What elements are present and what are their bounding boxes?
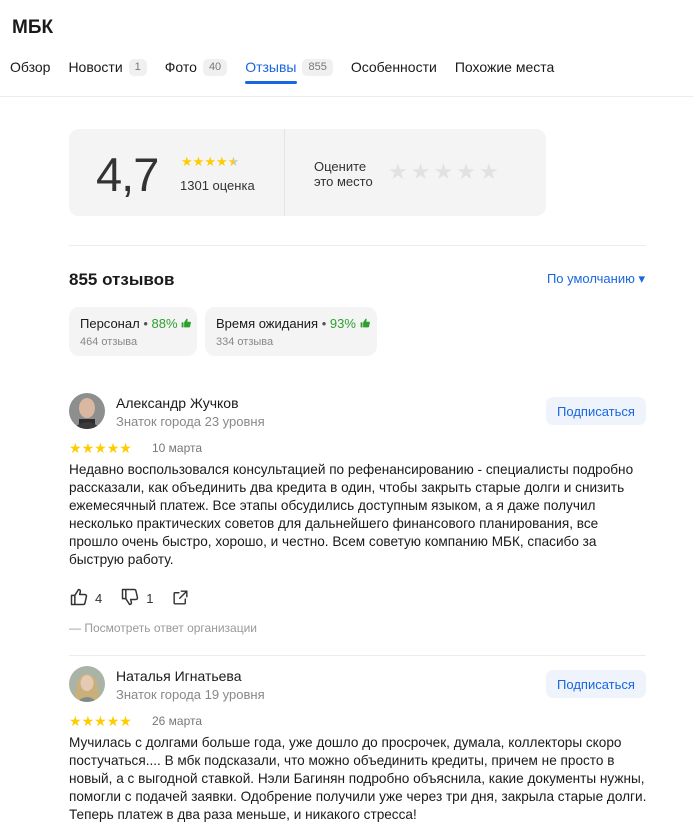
thumbs-up-icon	[181, 318, 192, 331]
review-divider	[69, 655, 646, 656]
tabs-bar: Обзор Новости 1 Фото 40 Отзывы 855 Особе…	[10, 58, 572, 88]
review-date: 26 марта	[152, 714, 203, 728]
tab-label: Отзывы	[245, 59, 297, 75]
aspect-percent: 88%	[151, 316, 178, 331]
aspect-count: 464 отзыва	[80, 336, 138, 348]
review-card: Наталья Игнатьева Знаток города 19 уровн…	[69, 666, 646, 838]
aspect-chip-staff[interactable]: Персонал • 88% 464 отзыва	[69, 307, 197, 356]
tab-news[interactable]: Новости 1	[68, 58, 147, 76]
tab-label: Обзор	[10, 59, 51, 75]
star-icon: ★	[119, 440, 132, 456]
star-icon: ★	[81, 440, 95, 456]
aspect-chip-waiting-time[interactable]: Время ожидания • 93% 334 отзыва	[205, 307, 377, 356]
share-button[interactable]	[171, 588, 196, 610]
rate-stars-input: ★ ★ ★ ★ ★	[388, 161, 499, 183]
review-author-level: Знаток города 19 уровня	[116, 687, 265, 702]
tab-count-badge: 40	[202, 58, 228, 76]
star-icon: ★	[106, 440, 120, 456]
tab-overview[interactable]: Обзор	[10, 58, 50, 76]
tab-label: Особенности	[350, 59, 437, 75]
rating-count: 1301 оценка	[180, 178, 255, 193]
star-icon: ★	[204, 154, 216, 169]
rate-star-5-icon[interactable]: ★	[479, 161, 499, 183]
like-button[interactable]: 4	[69, 587, 102, 610]
star-icon: ★	[69, 440, 82, 456]
aspect-line: Время ожидания • 93%	[216, 316, 370, 331]
review-card: Александр Жучков Знаток города 23 уровня…	[69, 393, 646, 643]
dislike-count: 1	[146, 591, 154, 606]
tab-reviews[interactable]: Отзывы 855	[245, 58, 333, 84]
tab-features[interactable]: Особенности	[351, 58, 437, 76]
star-icon: ★	[181, 154, 193, 169]
half-star-icon: ★	[227, 154, 240, 169]
tab-label: Похожие места	[454, 59, 555, 75]
review-author[interactable]: Александр Жучков	[116, 395, 239, 411]
sort-dropdown[interactable]: По умолчанию ▾	[547, 271, 645, 287]
rate-star-3-icon[interactable]: ★	[433, 161, 453, 183]
review-text: Недавно воспользовался консультацией по …	[69, 462, 634, 567]
rate-prompt-line: это место	[314, 174, 373, 189]
review-text: Мучилась с долгами больше года, уже дошл…	[69, 735, 647, 822]
rate-prompt-line: Оцените	[314, 159, 367, 174]
review-author[interactable]: Наталья Игнатьева	[116, 668, 242, 684]
star-icon: ★	[81, 713, 95, 729]
review-stars: ★★★★★	[69, 440, 132, 457]
rating-stars: ★★★★★	[181, 154, 239, 170]
like-count: 4	[95, 591, 103, 606]
subscribe-button[interactable]: Подписаться	[546, 397, 646, 425]
review-actions: 4 1	[69, 587, 214, 610]
thumbs-up-icon	[69, 587, 95, 610]
tab-label: Фото	[164, 59, 197, 75]
reviews-heading: 855 отзывов	[69, 270, 175, 289]
star-icon: ★	[94, 713, 107, 729]
star-icon: ★	[215, 154, 228, 169]
review-stars: ★★★★★	[69, 713, 132, 730]
dislike-button[interactable]: 1	[120, 587, 153, 610]
card-divider	[284, 129, 285, 216]
rating-card: 4,7 ★★★★★ 1301 оценка Оцените это место …	[69, 129, 546, 216]
section-divider	[69, 245, 646, 246]
aspect-line: Персонал • 88%	[80, 316, 192, 331]
tabs-divider	[0, 96, 693, 97]
tab-similar-places[interactable]: Похожие места	[455, 58, 554, 76]
aspect-name: Персонал	[80, 316, 140, 331]
avatar[interactable]	[69, 393, 105, 429]
tab-count-badge: 855	[302, 58, 333, 76]
aspect-count: 334 отзыва	[216, 336, 274, 348]
separator-dot: •	[143, 316, 148, 331]
star-icon: ★	[94, 440, 107, 456]
page-title: МБК	[12, 17, 54, 38]
aspect-percent: 93%	[329, 316, 356, 331]
tab-count-badge: 1	[128, 58, 147, 76]
subscribe-button[interactable]: Подписаться	[546, 670, 646, 698]
tab-label: Новости	[68, 59, 123, 75]
review-date: 10 марта	[152, 441, 203, 455]
thumbs-down-icon	[120, 587, 146, 610]
star-icon: ★	[69, 713, 82, 729]
review-author-level: Знаток города 23 уровня	[116, 414, 265, 429]
rate-star-2-icon[interactable]: ★	[411, 161, 431, 183]
star-icon: ★	[192, 154, 205, 169]
share-icon	[171, 588, 196, 610]
tab-photos[interactable]: Фото 40	[164, 58, 228, 76]
org-reply-link[interactable]: — Посмотреть ответ организации	[69, 621, 257, 635]
rating-score: 4,7	[96, 148, 159, 201]
star-icon: ★	[119, 713, 132, 729]
rate-star-1-icon[interactable]: ★	[388, 161, 408, 183]
thumbs-up-icon	[360, 318, 370, 331]
star-icon: ★	[106, 713, 120, 729]
separator-dot: •	[321, 316, 327, 331]
aspect-name: Время ожидания	[216, 316, 319, 331]
rate-star-4-icon[interactable]: ★	[456, 161, 476, 183]
avatar[interactable]	[69, 666, 105, 702]
rate-prompt: Оцените это место	[314, 159, 394, 189]
